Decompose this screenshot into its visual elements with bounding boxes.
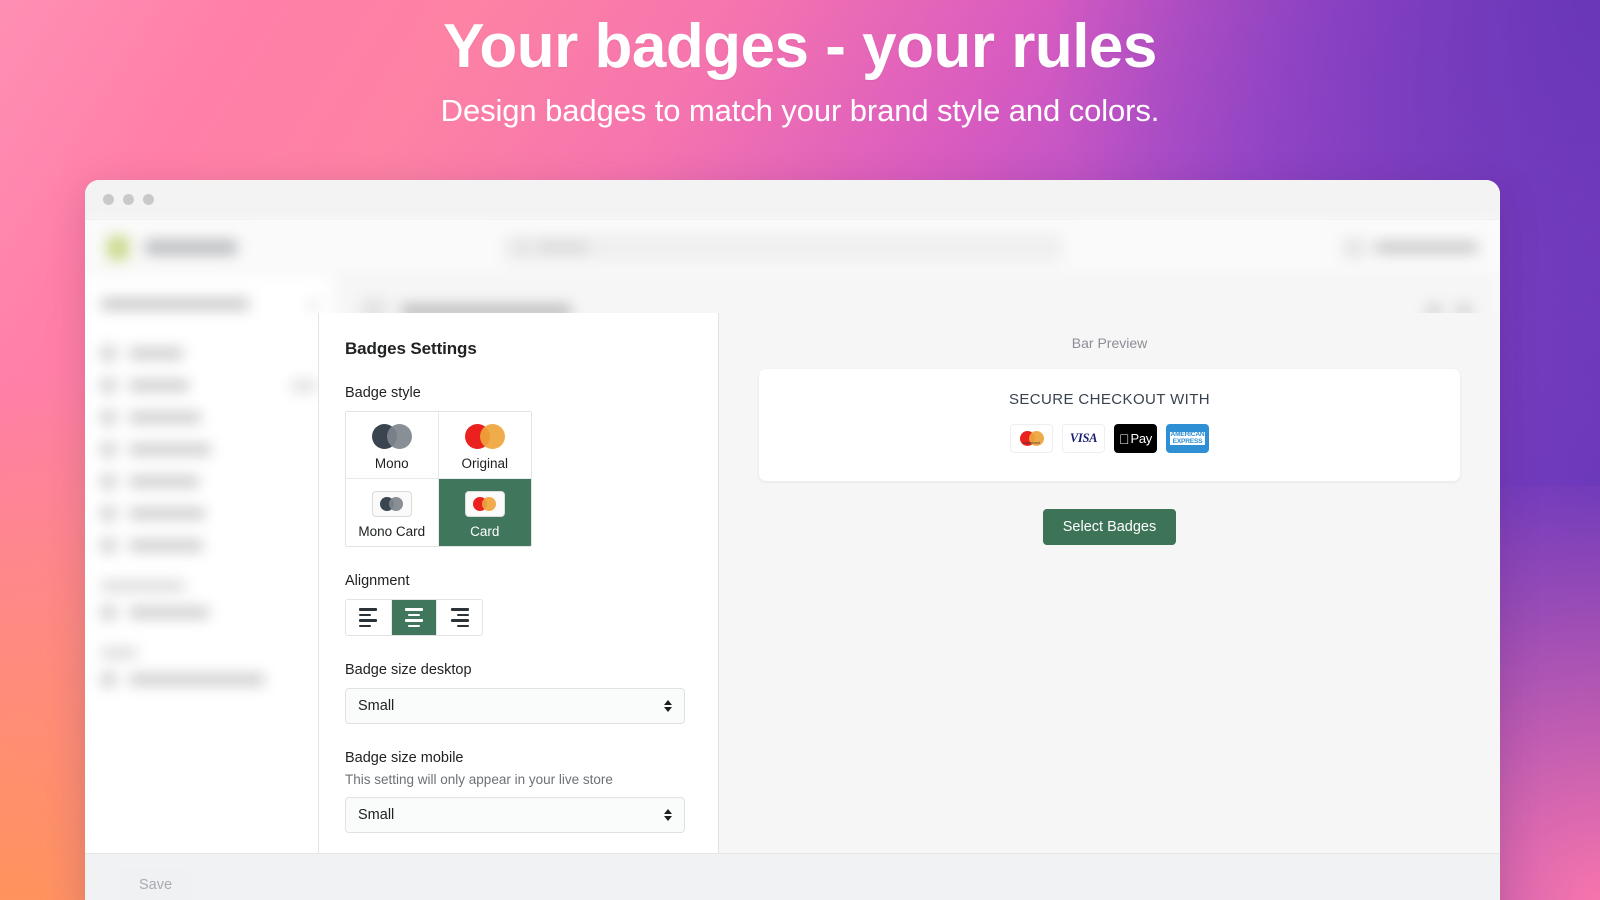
- page-title: Badges Settings: [345, 339, 477, 358]
- amex-line-2: EXPRESS: [1169, 438, 1206, 446]
- align-right-icon: [450, 608, 469, 627]
- sidebar-item-customers[interactable]: [101, 442, 317, 457]
- preview-title: Bar Preview: [1071, 335, 1148, 351]
- badge-size-mobile-help: This setting will only appear in your li…: [345, 772, 613, 787]
- admin-search-input[interactable]: [503, 232, 1063, 263]
- badge-style-options: Mono Original Mono Card Card: [345, 411, 532, 547]
- badge-style-caption: Card: [470, 524, 500, 539]
- sidebar-item-home[interactable]: [101, 346, 317, 361]
- hero-title: Your badges - your rules: [443, 12, 1157, 81]
- sidebar-section-sales-channels: [101, 581, 185, 591]
- store-switcher[interactable]: [101, 298, 317, 310]
- mastercard-original-icon: [464, 424, 505, 449]
- apple-logo-icon: : [1119, 432, 1130, 446]
- preview-bar: SECURE CHECKOUT WITH mastercard VISA  P: [759, 369, 1460, 481]
- browser-window: Badges Settings Badge style Mono Origina…: [85, 180, 1500, 900]
- badge-style-option-card[interactable]: Card: [438, 479, 531, 546]
- align-center-button[interactable]: [391, 600, 438, 635]
- avatar: [1343, 236, 1365, 259]
- badge-size-desktop-label: Badge size desktop: [345, 662, 472, 678]
- badge-size-mobile-label: Badge size mobile: [345, 750, 464, 766]
- search-icon: [515, 241, 527, 254]
- admin-topbar: [85, 220, 1500, 276]
- align-left-icon: [359, 608, 378, 627]
- badge-style-option-mono-card[interactable]: Mono Card: [346, 479, 439, 546]
- badge-style-caption: Mono: [374, 456, 409, 471]
- save-button[interactable]: Save: [121, 867, 191, 900]
- app-embedded-card: Badges Settings Badge style Mono Origina…: [318, 313, 1500, 900]
- shopify-logo-icon: [107, 235, 129, 260]
- align-center-icon: [405, 608, 423, 627]
- alignment-segmented-control: [345, 599, 483, 636]
- window-minimize-dot[interactable]: [123, 194, 134, 205]
- sidebar-item-products[interactable]: [101, 410, 317, 425]
- sidebar-item-online-store[interactable]: [101, 605, 317, 620]
- admin-account[interactable]: [1343, 236, 1478, 259]
- align-right-button[interactable]: [437, 600, 482, 635]
- badge-style-label: Badge style: [345, 385, 421, 401]
- sidebar-item-app[interactable]: [101, 672, 317, 687]
- sidebar-item-analytics[interactable]: [101, 474, 317, 489]
- visa-badge-icon: VISA: [1062, 424, 1105, 453]
- save-bar: Save: [85, 853, 1500, 900]
- badge-size-desktop-select[interactable]: Small: [345, 688, 685, 724]
- visa-wordmark: VISA: [1069, 431, 1098, 445]
- mastercard-badge-icon: mastercard: [1010, 424, 1053, 453]
- hero-subtitle: Design badges to match your brand style …: [440, 93, 1160, 129]
- align-left-button[interactable]: [346, 600, 392, 635]
- bar-preview-panel: Bar Preview SECURE CHECKOUT WITH masterc…: [719, 313, 1500, 900]
- badge-size-mobile-value: Small: [358, 807, 395, 823]
- american-express-badge-icon: AMERICAN EXPRESS: [1166, 424, 1209, 453]
- badge-size-desktop-value: Small: [358, 698, 395, 714]
- badge-size-mobile-select[interactable]: Small: [345, 797, 685, 833]
- chevron-updown-icon: [664, 809, 672, 821]
- badge-style-option-original[interactable]: Original: [438, 412, 531, 479]
- shopify-wordmark: [145, 240, 237, 255]
- secure-checkout-heading: SECURE CHECKOUT WITH: [1008, 391, 1211, 408]
- admin-sidebar: [85, 276, 333, 900]
- apple-pay-wordmark: Pay: [1125, 431, 1152, 446]
- sidebar-item-marketing[interactable]: [101, 506, 317, 521]
- payment-badges-row: mastercard VISA  Pay AME: [779, 424, 1440, 453]
- sidebar-item-discounts[interactable]: [101, 538, 317, 553]
- badge-style-option-mono[interactable]: Mono: [346, 412, 439, 479]
- mastercard-wordmark: mastercard: [1023, 441, 1040, 445]
- window-maximize-dot[interactable]: [143, 194, 154, 205]
- mastercard-mono-card-icon: [371, 491, 412, 517]
- badge-style-caption: Original: [461, 456, 509, 471]
- chevron-updown-icon: [664, 700, 672, 712]
- mastercard-card-icon: [464, 491, 505, 517]
- alignment-label: Alignment: [345, 573, 410, 589]
- badge-style-caption: Mono Card: [358, 524, 426, 539]
- window-titlebar: [85, 180, 1500, 220]
- apple-pay-badge-icon:  Pay: [1114, 424, 1157, 453]
- hero-headline: Your badges - your rules Design badges t…: [0, 14, 1600, 129]
- sidebar-item-orders[interactable]: [101, 378, 317, 393]
- sidebar-section-apps: [101, 648, 137, 658]
- window-close-dot[interactable]: [103, 194, 114, 205]
- mastercard-mono-icon: [371, 424, 412, 449]
- badges-settings-panel: Badges Settings Badge style Mono Origina…: [319, 313, 719, 900]
- select-badges-button[interactable]: Select Badges: [1042, 509, 1177, 545]
